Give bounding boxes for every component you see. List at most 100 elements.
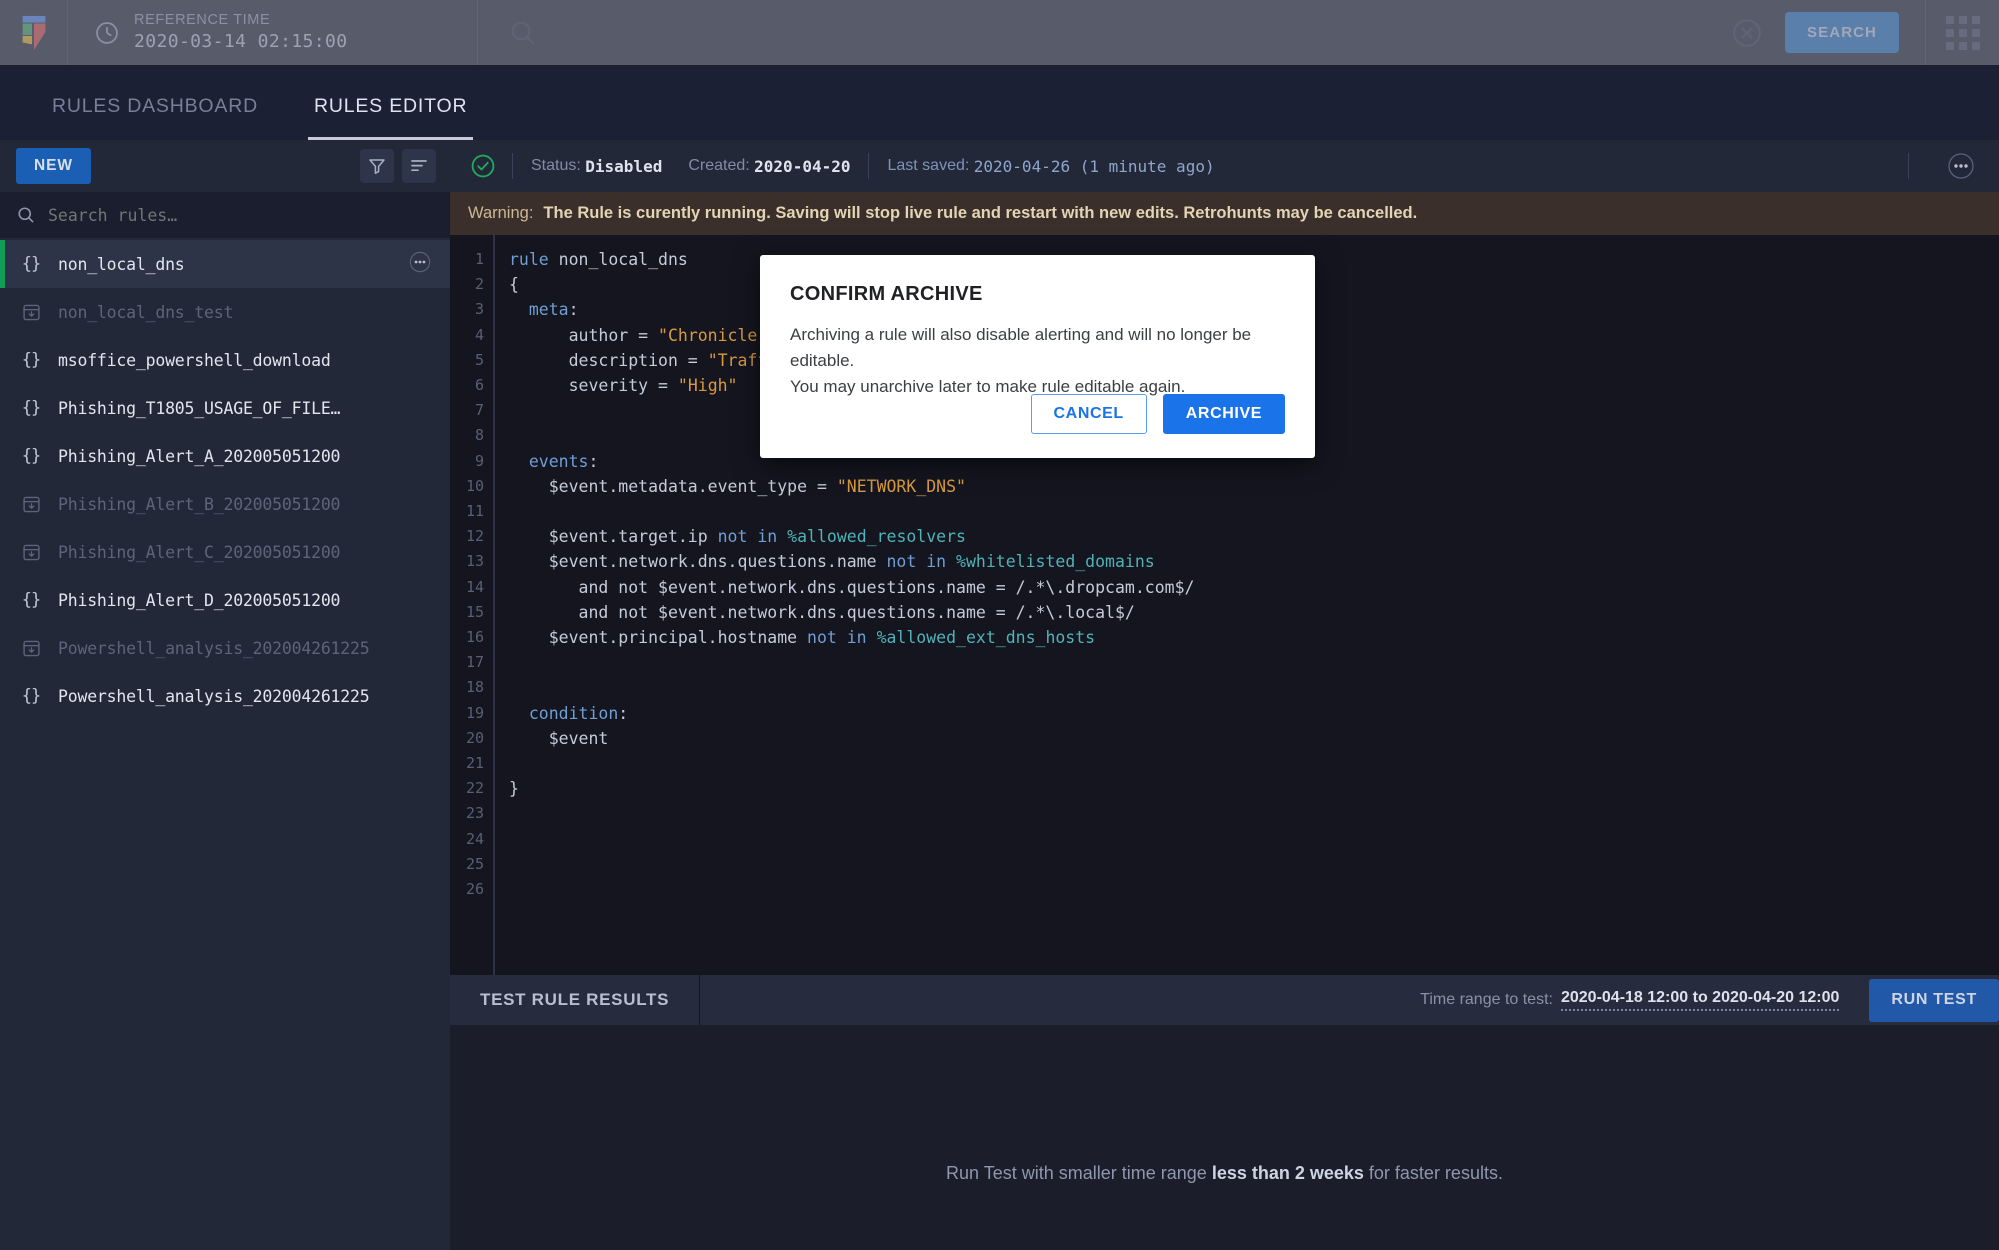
line-number: 15 <box>465 602 484 621</box>
time-range-label: Time range to test: <box>1420 991 1553 1008</box>
rule-name: msoffice_powershell_download <box>58 350 331 370</box>
test-results-hint: Run Test with smaller time range less th… <box>450 1163 1999 1184</box>
cancel-button[interactable]: CANCEL <box>1030 394 1147 434</box>
code-token: $event.target.ip <box>509 527 718 547</box>
code-token: : <box>588 451 599 471</box>
code-line: $event <box>509 726 1999 751</box>
line-number: 6 <box>474 376 484 395</box>
archive-box-glyph <box>22 640 40 656</box>
tab-test-rule-results[interactable]: TEST RULE RESULTS <box>450 975 701 1025</box>
archive-button[interactable]: ARCHIVE <box>1162 394 1285 434</box>
braces-icon: {} <box>18 398 44 418</box>
rule-name: Phishing_Alert_A_202005051200 <box>58 446 341 466</box>
code-token: : <box>568 300 579 320</box>
line-number: 24 <box>465 829 484 848</box>
code-line: $event.target.ip not in %allowed_resolve… <box>509 524 1999 549</box>
rule-list-item[interactable]: {} Phishing_Alert_D_202005051200 <box>0 576 450 624</box>
code-token: $event <box>509 728 609 748</box>
search-button[interactable]: SEARCH <box>1785 12 1899 53</box>
line-number-gutter: 1 2 3 4 5 6 7 8 9 10 11 12 13 14 15 16 17 18 19 20 21 22 23 24 2… <box>450 235 495 975</box>
line-number: 17 <box>465 653 484 672</box>
test-toolbar-right: Time range to test: 2020-04-18 12:00 to … <box>1420 978 1999 1022</box>
app-logo[interactable] <box>0 0 68 65</box>
primary-tabs: RULES DASHBOARD RULES EDITOR <box>0 65 1999 140</box>
clock-icon <box>96 21 118 44</box>
braces-icon: {} <box>18 590 44 610</box>
rule-list-item[interactable]: {} Phishing_Alert_A_202005051200 <box>0 432 450 480</box>
line-number: 12 <box>465 527 484 546</box>
rule-list-item[interactable]: Phishing_Alert_B_202005051200 <box>0 480 450 528</box>
braces-glyph: {} <box>21 350 42 370</box>
code-token: condition <box>528 703 619 723</box>
code-token: severity = <box>509 376 678 396</box>
rule-list-item[interactable]: non_local_dns_test <box>0 288 450 336</box>
rule-name: non_local_dns <box>58 254 185 274</box>
last-saved-label: Last saved: <box>887 157 970 174</box>
archive-box-glyph <box>22 304 40 320</box>
new-rule-button[interactable]: NEW <box>16 148 91 184</box>
dialog-body: Archiving a rule will also disable alert… <box>790 322 1285 400</box>
rule-name: Phishing_Alert_C_202005051200 <box>58 542 341 562</box>
rule-list-item[interactable]: {} Phishing_T1805_USAGE_OF_FILE… <box>0 384 450 432</box>
filter-button[interactable] <box>360 149 394 183</box>
braces-icon: {} <box>18 446 44 466</box>
line-number: 5 <box>474 350 484 369</box>
last-saved-value: 2020-04-26 (1 minute ago) <box>973 156 1215 176</box>
rules-list: {} non_local_dns non_local_dns_test {} msoff… <box>0 238 450 720</box>
search-rules-input[interactable] <box>48 205 434 225</box>
reference-time-block[interactable]: REFERENCE TIME 2020-03-14 02:15:00 <box>68 0 478 65</box>
more-options-icon[interactable] <box>1945 150 1977 182</box>
code-token: $event.network.dns.questions.name <box>509 552 887 572</box>
line-number: 13 <box>465 552 484 571</box>
code-token: not in <box>717 527 788 547</box>
run-test-button[interactable]: RUN TEST <box>1869 978 1999 1022</box>
code-token: and not $event.network.dns.questions.nam… <box>509 602 1135 622</box>
code-token: %allowed_resolvers <box>787 527 966 547</box>
top-header-bar: REFERENCE TIME 2020-03-14 02:15:00 SEARC… <box>0 0 1999 65</box>
line-number: 26 <box>465 880 484 899</box>
apps-launcher-button[interactable] <box>1925 0 1999 65</box>
status-label: Status: <box>531 157 581 174</box>
clear-circle-icon[interactable] <box>1731 17 1763 49</box>
hint-suffix: for faster results. <box>1363 1163 1503 1183</box>
line-number: 20 <box>465 728 484 747</box>
code-token: : <box>618 703 629 723</box>
code-token: events <box>528 451 589 471</box>
code-token: } <box>509 779 519 799</box>
rule-list-item[interactable]: Powershell_analysis_202004261225 <box>0 624 450 672</box>
divider <box>512 153 513 179</box>
global-search-input[interactable] <box>538 22 1732 43</box>
rule-name: non_local_dns_test <box>58 302 234 322</box>
rule-name: Powershell_analysis_202004261225 <box>58 638 370 658</box>
rule-list-item[interactable]: {} Powershell_analysis_202004261225 <box>0 672 450 720</box>
more-options-icon[interactable] <box>406 248 434 280</box>
line-number: 3 <box>474 300 484 319</box>
code-token: %whitelisted_domains <box>956 552 1155 572</box>
line-number: 10 <box>465 476 484 495</box>
tab-rules-editor[interactable]: RULES EDITOR <box>286 95 495 140</box>
warning-label: Warning: <box>468 204 534 222</box>
rules-sidebar: NEW {}non_local_dnsnon <box>0 140 450 1250</box>
search-icon[interactable] <box>508 18 538 48</box>
code-token: not in <box>886 552 957 572</box>
apps-grid-icon <box>1945 15 1980 50</box>
time-range-value[interactable]: 2020-04-18 12:00 to 2020-04-20 12:00 <box>1560 989 1840 1011</box>
code-line: $event.network.dns.questions.name not in… <box>509 549 1999 574</box>
braces-glyph: {} <box>21 686 42 706</box>
chronicle-logo-icon <box>22 15 45 50</box>
rule-list-item[interactable]: {} msoffice_powershell_download <box>0 336 450 384</box>
rule-list-item[interactable]: Phishing_Alert_C_202005051200 <box>0 528 450 576</box>
archive-box-glyph <box>22 496 40 512</box>
dialog-body-line-1: Archiving a rule will also disable alert… <box>790 325 1252 370</box>
rule-list-item[interactable]: {} non_local_dns <box>0 240 450 288</box>
sort-button[interactable] <box>402 149 436 183</box>
tab-rules-dashboard[interactable]: RULES DASHBOARD <box>24 95 286 140</box>
code-token: description = <box>509 350 708 370</box>
created-label: Created: <box>688 157 750 174</box>
